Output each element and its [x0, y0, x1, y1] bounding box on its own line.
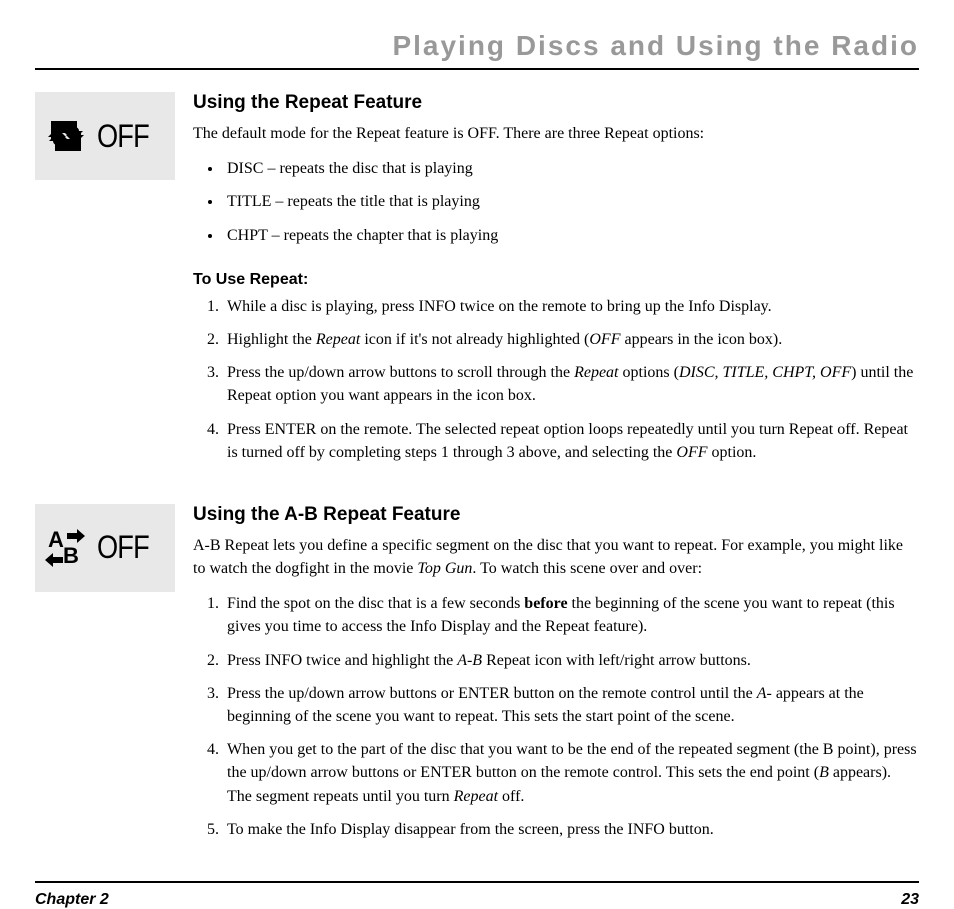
t: Highlight the	[227, 331, 316, 348]
t: Press the up/down arrow buttons to scrol…	[227, 364, 574, 381]
t: OFF	[676, 444, 707, 461]
heading-ab: Using the A-B Repeat Feature	[193, 504, 919, 526]
t: OFF	[589, 331, 620, 348]
t: options (	[619, 364, 679, 381]
t: Top Gun	[417, 560, 472, 577]
repeat-off-icon-box: OFF	[35, 92, 175, 180]
repeat-icon	[43, 113, 89, 159]
ab-repeat-off-icon-box: A B OFF	[35, 504, 175, 592]
t: B	[819, 764, 829, 781]
t: before	[524, 595, 567, 612]
t: Press ENTER on the remote. The selected …	[227, 421, 908, 461]
subheading-to-use-repeat: To Use Repeat:	[193, 271, 919, 289]
divider-bottom	[35, 881, 919, 883]
t: Press INFO twice and highlight the	[227, 652, 457, 669]
ab-repeat-icon: A B	[43, 525, 89, 571]
bullet-disc: DISC – repeats the disc that is playing	[223, 157, 919, 180]
step-1: While a disc is playing, press INFO twic…	[223, 295, 919, 318]
t: icon if it's not already highlighted (	[360, 331, 589, 348]
step-2: Highlight the Repeat icon if it's not al…	[223, 328, 919, 351]
t: . To watch this scene over and over:	[472, 560, 702, 577]
icon-column-repeat: OFF	[35, 92, 175, 474]
svg-text:B: B	[63, 543, 79, 568]
step-4: Press ENTER on the remote. The selected …	[223, 418, 919, 464]
ab-step-5: To make the Info Display disappear from …	[223, 818, 919, 841]
t: A-B	[457, 652, 486, 669]
bullet-chpt: CHPT – repeats the chapter that is playi…	[223, 224, 919, 247]
heading-repeat: Using the Repeat Feature	[193, 92, 919, 114]
page-title: Playing Discs and Using the Radio	[35, 30, 919, 62]
ab-step-2: Press INFO twice and highlight the A-B R…	[223, 649, 919, 672]
chapter-label: Chapter 2	[35, 891, 109, 909]
t: off.	[498, 788, 524, 805]
intro-repeat: The default mode for the Repeat feature …	[193, 122, 919, 145]
ab-icon-label: OFF	[97, 529, 149, 566]
t: DISC, TITLE, CHPT, OFF	[679, 364, 851, 381]
t: Repeat	[316, 331, 360, 348]
step-3: Press the up/down arrow buttons to scrol…	[223, 361, 919, 407]
t: A-	[757, 685, 772, 702]
bullet-title: TITLE – repeats the title that is playin…	[223, 190, 919, 213]
ab-step-3: Press the up/down arrow buttons or ENTER…	[223, 682, 919, 728]
page-number: 23	[901, 891, 919, 909]
divider-top	[35, 68, 919, 70]
t: Find the spot on the disc that is a few …	[227, 595, 524, 612]
steps-ab: Find the spot on the disc that is a few …	[193, 592, 919, 841]
t: appears in the icon box).	[620, 331, 782, 348]
t: Press the up/down arrow buttons or ENTER…	[227, 685, 757, 702]
ab-step-1: Find the spot on the disc that is a few …	[223, 592, 919, 638]
bullets-repeat: DISC – repeats the disc that is playing …	[193, 157, 919, 247]
section-ab-repeat: A B OFF Using the A-B Repeat Feature A-B…	[35, 504, 919, 851]
ab-step-4: When you get to the part of the disc tha…	[223, 738, 919, 808]
intro-ab: A-B Repeat lets you define a specific se…	[193, 534, 919, 580]
text-column-ab: Using the A-B Repeat Feature A-B Repeat …	[193, 504, 919, 851]
t: Repeat	[454, 788, 498, 805]
section-repeat: OFF Using the Repeat Feature The default…	[35, 92, 919, 474]
steps-repeat: While a disc is playing, press INFO twic…	[193, 295, 919, 464]
t: option.	[708, 444, 757, 461]
t: Repeat	[574, 364, 618, 381]
t: Repeat icon with left/right arrow button…	[486, 652, 751, 669]
svg-text:A: A	[48, 527, 64, 552]
t: When you get to the part of the disc tha…	[227, 741, 917, 781]
icon-column-ab: A B OFF	[35, 504, 175, 851]
repeat-icon-label: OFF	[97, 118, 149, 155]
footer: Chapter 2 23	[35, 891, 919, 909]
text-column-repeat: Using the Repeat Feature The default mod…	[193, 92, 919, 474]
